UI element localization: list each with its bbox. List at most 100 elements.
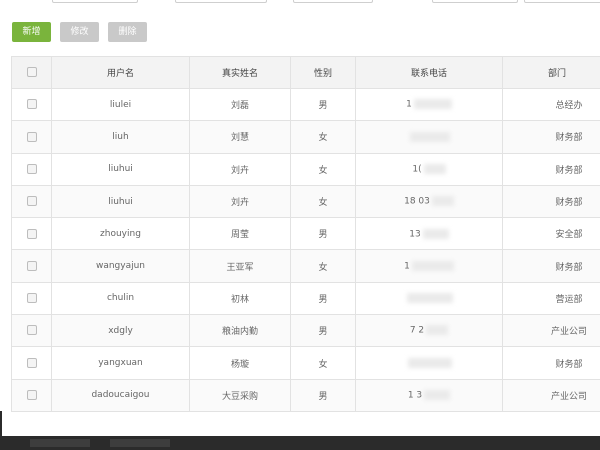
realname-cell: 杨璇	[189, 346, 291, 380]
window-edge	[0, 411, 2, 436]
username-cell: liuh	[51, 120, 190, 154]
taskbar-item[interactable]	[110, 439, 170, 447]
select-all-cell[interactable]	[11, 56, 52, 89]
phone-cell: 1	[355, 249, 503, 283]
table-row[interactable]: liuhui 刘卉女 1(财务部	[11, 152, 600, 186]
department-cell: 营运部	[502, 281, 600, 316]
department-cell: 产业公司	[502, 378, 600, 412]
phone-cell	[355, 120, 503, 154]
row-checkbox[interactable]	[26, 390, 37, 401]
redaction-blur	[426, 325, 449, 336]
table-row[interactable]: yangxuan 杨璇女 财务部	[11, 346, 600, 380]
table-row[interactable]: xdgly 粮油内勤男 7 2 产业公司	[11, 314, 600, 348]
realname-cell: 刘卉	[189, 152, 291, 186]
phone-cell: 18 03	[355, 184, 503, 219]
row-checkbox[interactable]	[26, 228, 37, 239]
redaction-blur	[424, 390, 451, 401]
phone-cell: 1	[355, 87, 503, 122]
department-cell: 安全部	[502, 217, 600, 251]
table-header-row: 用户名 真实姓名 性别 联系电话 部门	[11, 56, 600, 89]
redaction-blur	[407, 293, 453, 304]
department-cell: 总经办	[502, 87, 600, 122]
row-checkbox[interactable]	[26, 260, 37, 271]
edit-button[interactable]: 修改	[60, 22, 99, 42]
gender-cell: 男	[290, 217, 356, 251]
select-all-checkbox[interactable]	[26, 67, 37, 78]
row-checkbox[interactable]	[26, 99, 37, 110]
column-header-username[interactable]: 用户名	[51, 56, 190, 89]
phone-cell: 1 3	[355, 378, 503, 412]
phone-text: 1	[404, 261, 410, 272]
username-cell: dadoucaigou	[51, 378, 190, 412]
gender-cell: 女	[290, 184, 356, 219]
gender-cell: 女	[290, 249, 356, 283]
filter-field[interactable]	[524, 0, 600, 3]
table-row[interactable]: chulin 初林男 营运部	[11, 281, 600, 316]
realname-cell: 大豆采购	[189, 378, 291, 412]
gender-cell: 男	[290, 378, 356, 412]
department-cell: 财务部	[502, 184, 600, 219]
realname-cell: 周莹	[189, 217, 291, 251]
row-select-cell[interactable]	[11, 249, 52, 283]
realname-cell: 粮油内勤	[189, 314, 291, 348]
table-row[interactable]: liuhui 刘卉女 18 03 财务部	[11, 184, 600, 219]
row-select-cell[interactable]	[11, 217, 52, 251]
gender-cell: 男	[290, 314, 356, 348]
redaction-blur	[422, 228, 449, 239]
phone-text: 7 2	[409, 325, 425, 336]
row-select-cell[interactable]	[11, 314, 52, 348]
column-header-realname[interactable]: 真实姓名	[189, 56, 291, 89]
row-select-cell[interactable]	[11, 87, 52, 122]
redaction-blur	[431, 196, 454, 207]
table-row[interactable]: liulei 刘磊男 1 总经办	[11, 87, 600, 122]
row-select-cell[interactable]	[11, 184, 52, 219]
column-header-gender[interactable]: 性别	[290, 56, 356, 89]
phone-text: 1 3	[407, 390, 423, 401]
row-select-cell[interactable]	[11, 378, 52, 412]
row-checkbox[interactable]	[26, 293, 37, 304]
username-cell: liuhui	[51, 152, 190, 186]
username-cell: xdgly	[51, 314, 190, 348]
realname-cell: 王亚军	[189, 249, 291, 283]
column-header-department[interactable]: 部门	[502, 56, 600, 89]
filter-field[interactable]	[432, 0, 518, 3]
redaction-blur	[413, 99, 452, 110]
redaction-blur	[423, 163, 446, 174]
username-cell: chulin	[51, 281, 190, 316]
user-table: 用户名 真实姓名 性别 联系电话 部门 liulei 刘磊男 1 总经办 liuh 刘慧女…	[11, 56, 600, 412]
column-header-phone[interactable]: 联系电话	[355, 56, 503, 89]
row-checkbox[interactable]	[26, 357, 37, 368]
add-button[interactable]: 新增	[12, 22, 51, 42]
table-row[interactable]: dadoucaigou 大豆采购男 1 3 产业公司	[11, 378, 600, 412]
row-checkbox[interactable]	[26, 325, 37, 336]
row-checkbox[interactable]	[26, 196, 37, 207]
gender-cell: 女	[290, 346, 356, 380]
table-row[interactable]: liuh 刘慧女 财务部	[11, 120, 600, 154]
table-row[interactable]: zhouying 周莹男 13 安全部	[11, 217, 600, 251]
phone-cell: 1(	[355, 152, 503, 186]
phone-text: 1	[406, 99, 412, 110]
department-cell: 财务部	[502, 120, 600, 154]
gender-cell: 男	[290, 281, 356, 316]
delete-button[interactable]: 删除	[108, 22, 147, 42]
table-row[interactable]: wangyajun 王亚军女 1 财务部	[11, 249, 600, 283]
row-checkbox[interactable]	[26, 163, 37, 174]
username-cell: liuhui	[51, 184, 190, 219]
filter-field[interactable]	[52, 0, 138, 3]
row-select-cell[interactable]	[11, 346, 52, 380]
row-select-cell[interactable]	[11, 152, 52, 186]
phone-text: 18 03	[404, 196, 430, 207]
phone-cell: 7 2	[355, 314, 503, 348]
filter-field[interactable]	[175, 0, 267, 3]
row-select-cell[interactable]	[11, 120, 52, 154]
username-cell: zhouying	[51, 217, 190, 251]
phone-cell: 13	[355, 217, 503, 251]
username-cell: yangxuan	[51, 346, 190, 380]
row-select-cell[interactable]	[11, 281, 52, 316]
realname-cell: 刘卉	[189, 184, 291, 219]
filter-field[interactable]	[293, 0, 373, 3]
toolbar: 新增 修改 删除	[12, 22, 147, 42]
row-checkbox[interactable]	[26, 131, 37, 142]
taskbar-item[interactable]	[30, 439, 90, 447]
gender-cell: 女	[290, 120, 356, 154]
